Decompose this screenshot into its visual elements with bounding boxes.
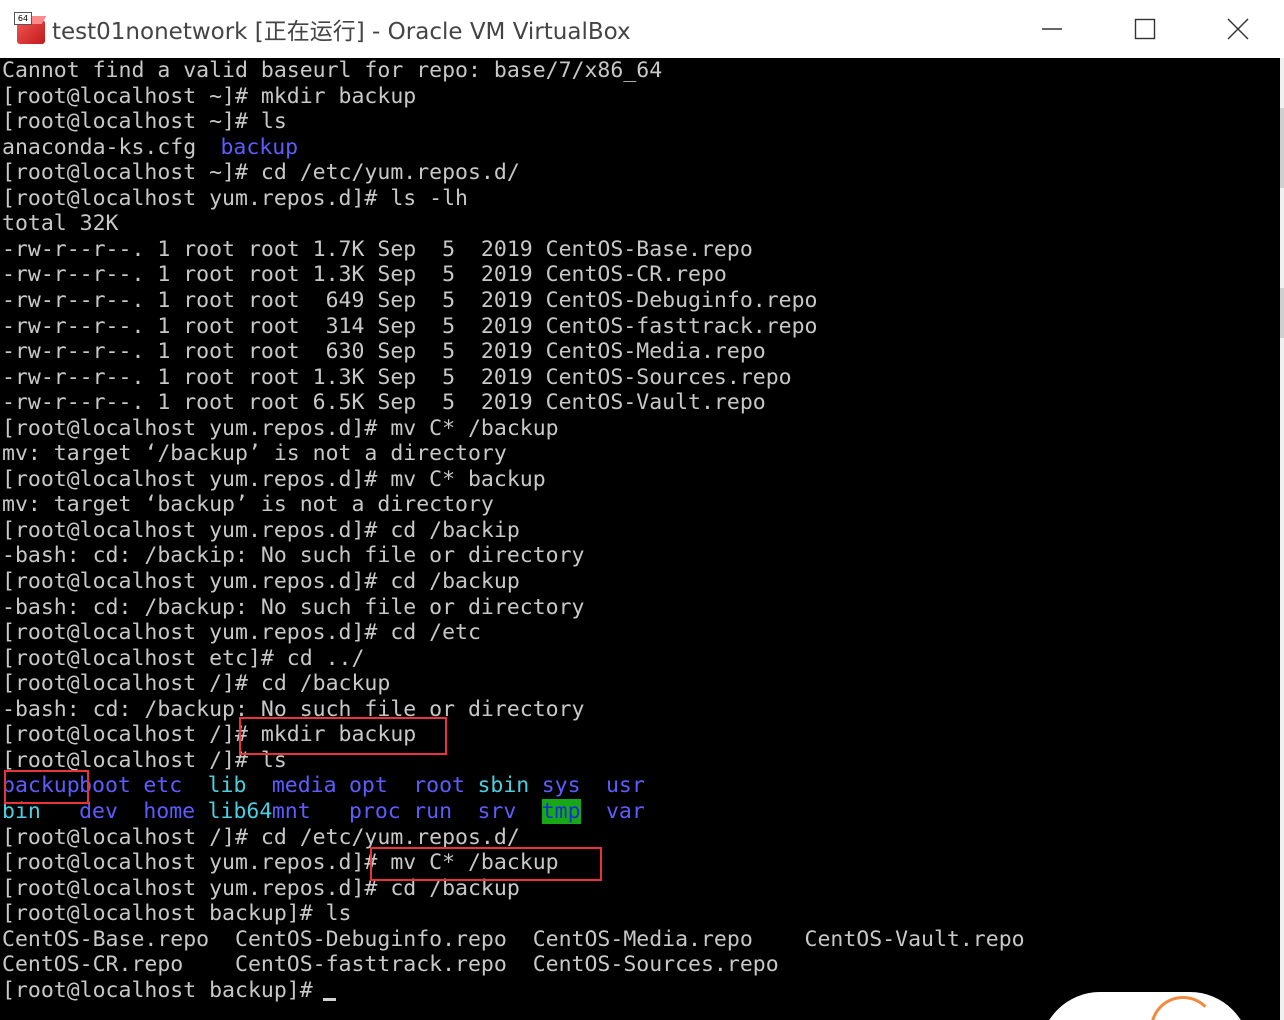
minimize-button[interactable]: [1005, 0, 1098, 58]
ls-entry-backup: backup: [2, 773, 80, 799]
text-cursor: [323, 997, 337, 1001]
terminal-line: mv: target ‘/backup’ is not a directory: [2, 441, 507, 467]
terminal-line: [root@localhost ~]# ls: [2, 109, 287, 135]
window-title: test01nonetwork [正在运行] - Oracle VM Virtu…: [52, 19, 631, 45]
arch-badge: 64: [14, 12, 32, 25]
terminal-line: [root@localhost etc]# cd ../: [2, 645, 365, 671]
terminal-line: -rw-r--r--. 1 root root 1.7K Sep 5 2019 …: [2, 236, 753, 262]
terminal-line: [root@localhost yum.repos.d]# mv C* /bac…: [2, 415, 559, 441]
terminal-line: [root@localhost yum.repos.d]# ls -lh: [2, 185, 468, 211]
right-scrollbar[interactable]: [1280, 58, 1284, 1020]
ls-entry-tmp: tmp: [541, 798, 581, 824]
ls-entry-boot: boot: [79, 773, 131, 799]
vm-console-screen[interactable]: Cannot find a valid baseurl for repo: ba…: [0, 58, 1280, 1020]
terminal-line: [root@localhost yum.repos.d]# mv C* /bac…: [2, 850, 559, 876]
terminal-line: [root@localhost yum.repos.d]# cd /backip: [2, 517, 520, 543]
terminal-line: -rw-r--r--. 1 root root 649 Sep 5 2019 C…: [2, 287, 818, 313]
terminal-line: CentOS-CR.repo CentOS-fasttrack.repo Cen…: [2, 952, 779, 978]
maximize-icon: [1134, 18, 1155, 40]
terminal-line: CentOS-Base.repo CentOS-Debuginfo.repo C…: [2, 926, 1025, 952]
close-icon: [1227, 18, 1248, 40]
terminal-line: mv: target ‘backup’ is not a directory: [2, 492, 494, 518]
ls-entry-etc: etc: [143, 773, 183, 799]
terminal-line: -bash: cd: /backup: No such file or dire…: [2, 594, 585, 620]
ls-entry-root: root: [413, 773, 465, 799]
virtualbox-window: 64 test01nonetwork [正在运行] - Oracle VM Vi…: [0, 0, 1284, 1020]
scroll-thumb-2[interactable]: [1280, 288, 1284, 338]
terminal-line: [root@localhost yum.repos.d]# cd /etc: [2, 620, 481, 646]
minimize-icon: [1041, 28, 1062, 30]
terminal-line: -bash: cd: /backip: No such file or dire…: [2, 543, 585, 569]
terminal-line: [root@localhost /]# mkdir backup: [2, 722, 417, 748]
ls-entry-run: run: [413, 798, 453, 824]
ls-file-entry: anaconda-ks.cfg: [2, 134, 197, 160]
terminal-line: -rw-r--r--. 1 root root 630 Sep 5 2019 C…: [2, 339, 766, 365]
terminal-line: [root@localhost /]# cd /etc/yum.repos.d/: [2, 824, 520, 850]
ls-entry-mnt: mnt: [271, 798, 311, 824]
terminal-line: -rw-r--r--. 1 root root 6.5K Sep 5 2019 …: [2, 390, 766, 416]
terminal-line: -rw-r--r--. 1 root root 1.3K Sep 5 2019 …: [2, 364, 792, 390]
terminal-line: [root@localhost yum.repos.d]# cd /backup: [2, 569, 520, 594]
window-controls: [1005, 0, 1284, 58]
ls-entry-lib: lib: [207, 773, 247, 799]
terminal-line: [root@localhost /]# ls: [2, 747, 287, 773]
terminal-line: -rw-r--r--. 1 root root 1.3K Sep 5 2019 …: [2, 262, 727, 288]
title-bar[interactable]: 64 test01nonetwork [正在运行] - Oracle VM Vi…: [0, 0, 1284, 58]
terminal-line: [root@localhost yum.repos.d]# cd /backup: [2, 875, 520, 901]
terminal-line: [root@localhost ~]# mkdir backup: [2, 83, 417, 109]
close-button[interactable]: [1191, 0, 1284, 58]
ls-entry-proc: proc: [348, 798, 401, 824]
ls-entry-bin: bin: [2, 798, 41, 824]
ls-entry-home: home: [143, 798, 196, 824]
ls-entry-usr: usr: [605, 773, 645, 799]
terminal-line: [root@localhost backup]# ls: [2, 901, 352, 927]
terminal-line: Cannot find a valid baseurl for repo: ba…: [2, 58, 663, 83]
virtualbox-icon: 64: [14, 12, 48, 46]
terminal-line: -bash: cd: /backup: No such file or dire…: [2, 696, 585, 722]
terminal-line: [root@localhost yum.repos.d]# mv C* back…: [2, 466, 546, 492]
ls-entry-opt: opt: [348, 773, 388, 799]
terminal-line: [root@localhost backup]#: [2, 977, 326, 1003]
terminal-line: -rw-r--r--. 1 root root 314 Sep 5 2019 C…: [2, 313, 818, 339]
terminal-line: total 32K: [2, 211, 119, 237]
scroll-thumb-1[interactable]: [1280, 108, 1284, 188]
ls-entry-dev: dev: [79, 798, 118, 824]
ls-entry-sys: sys: [541, 773, 581, 799]
terminal-line: [root@localhost ~]# cd /etc/yum.repos.d/: [2, 160, 520, 186]
ls-entry-media: media: [271, 773, 337, 799]
terminal-line: [root@localhost /]# cd /backup: [2, 671, 391, 697]
ls-entry-srv: srv: [477, 798, 517, 824]
ls-entry-lib64: lib64: [207, 798, 273, 824]
ls-entry-var: var: [605, 798, 645, 824]
ls-entry-sbin: sbin: [477, 773, 530, 799]
maximize-button[interactable]: [1098, 0, 1191, 58]
ls-dir-entry: backup: [220, 134, 299, 160]
